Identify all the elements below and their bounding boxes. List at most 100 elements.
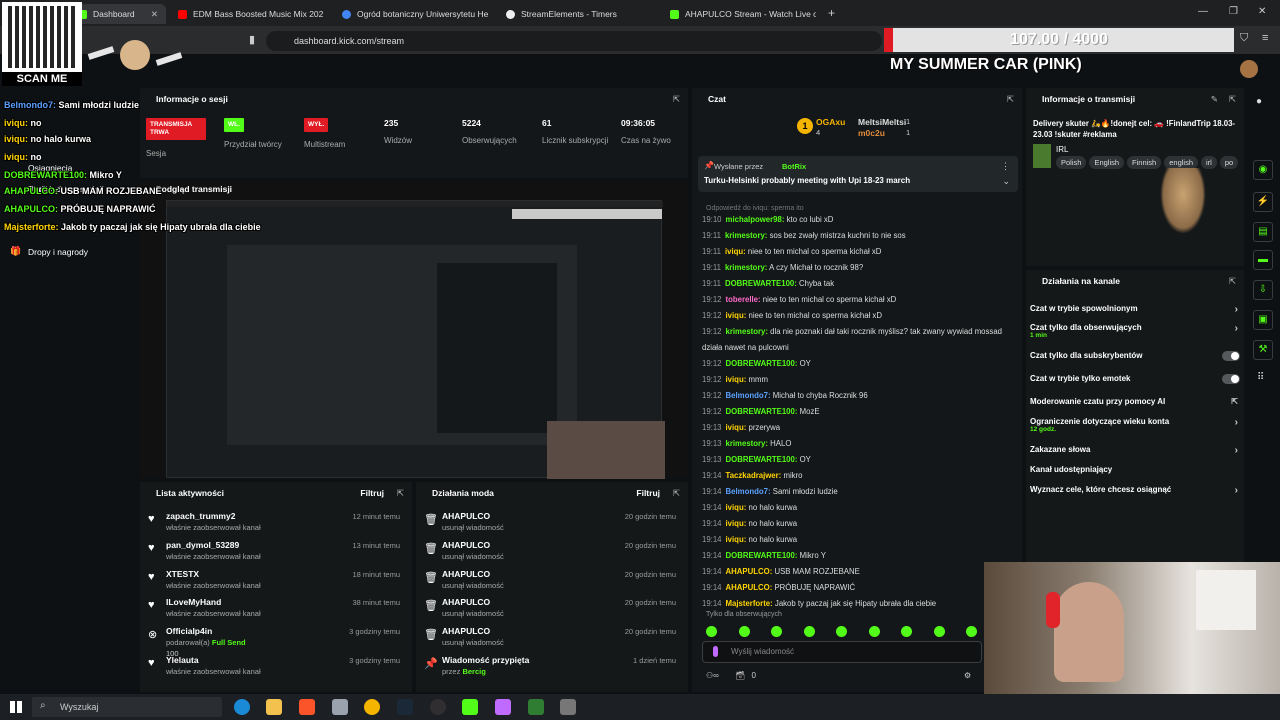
channel-action-row[interactable]: Moderowanie czatu przy pomocy AI ⇱: [1030, 397, 1240, 413]
external-link-icon[interactable]: ⇱: [1007, 88, 1014, 110]
list-item[interactable]: ♥ pan_dymol_53289 właśnie zaobserwował kan…: [140, 537, 408, 565]
chat-username[interactable]: iviqu:: [726, 535, 747, 544]
tag[interactable]: po: [1219, 156, 1239, 169]
emote-icon[interactable]: [901, 626, 912, 637]
list-item[interactable]: 🗑 AHAPULCO usunął wiadomość 20 godzin temu: [416, 594, 684, 622]
list-item[interactable]: ♥ zapach_trummy2 właśnie zaobserwował kana…: [140, 508, 408, 536]
list-item[interactable]: 🗑 AHAPULCO usunął wiadomość 20 godzin temu: [416, 623, 684, 651]
rail-icon-4[interactable]: ▬: [1253, 250, 1273, 270]
list-item[interactable]: 🗑 AHAPULCO usunął wiadomość 20 godzin temu: [416, 566, 684, 594]
tab-streamelements[interactable]: StreamElements - Timers: [502, 4, 652, 24]
avatar[interactable]: [1240, 60, 1258, 78]
chat-username[interactable]: AHAPULCO:: [726, 567, 773, 576]
new-tab-icon[interactable]: +: [828, 6, 835, 20]
chevron-down-icon[interactable]: ⌄: [1002, 176, 1010, 187]
list-item[interactable]: ♥ XTESTX właśnie zaobserwował kanał 18 minu…: [140, 566, 408, 594]
list-item[interactable]: ♥ ILoveMyHand właśnie zaobserwował kanał 38…: [140, 594, 408, 622]
chat-username[interactable]: krimestory:: [726, 327, 768, 336]
steam-icon[interactable]: [397, 699, 413, 715]
toggle-switch[interactable]: [1222, 374, 1240, 384]
chat-username[interactable]: iviqu:: [726, 503, 747, 512]
windows-start-icon[interactable]: [10, 701, 22, 713]
channel-action-row[interactable]: Zakazane słowa ›: [1030, 445, 1240, 461]
chat-input[interactable]: Wyślij wiadomość: [702, 641, 982, 663]
url-field[interactable]: dashboard.kick.com/stream: [266, 31, 882, 51]
rail-icon-2[interactable]: ⚡: [1253, 192, 1273, 212]
chat-username[interactable]: DOBREWARTE100:: [726, 359, 798, 368]
tag[interactable]: English: [1089, 156, 1125, 169]
channel-action-row[interactable]: Czat tylko dla subskrybentów: [1030, 351, 1240, 367]
external-link-icon[interactable]: ⇱: [1229, 88, 1236, 110]
more-icon[interactable]: ⋮: [1001, 161, 1010, 172]
nav-item-drops[interactable]: Dropy i nagrody: [28, 247, 88, 257]
gift-box-icon[interactable]: 🗃: [735, 671, 745, 680]
channel-action-row[interactable]: Czat w trybie tylko emotek: [1030, 374, 1240, 390]
rail-icon-7[interactable]: ⚒: [1253, 340, 1273, 360]
chat-username[interactable]: michalpower98:: [726, 215, 785, 224]
tag[interactable]: Polish: [1056, 156, 1087, 169]
play-icon[interactable]: [462, 699, 478, 715]
app-icon[interactable]: [332, 699, 348, 715]
tab-maps[interactable]: Ogród botaniczny Uniwersytetu Hels: [338, 4, 488, 24]
chat-username[interactable]: DOBREWARTE100:: [726, 551, 798, 560]
settings-icon[interactable]: [560, 699, 576, 715]
list-item[interactable]: 🗑 AHAPULCO usunął wiadomość 20 godzin temu: [416, 537, 684, 565]
brave-icon[interactable]: [299, 699, 315, 715]
toggle-switch[interactable]: [1222, 351, 1240, 361]
close-icon[interactable]: ✕: [151, 9, 158, 20]
chat-username[interactable]: Belmondo7:: [726, 487, 771, 496]
filter-button[interactable]: Filtruj: [360, 482, 384, 504]
obs-icon[interactable]: [430, 699, 446, 715]
list-item[interactable]: ⊗ Officialp4in podarował(a) Full Send 100 3 …: [140, 623, 408, 658]
gear-icon[interactable]: ⚙: [964, 671, 971, 680]
list-item[interactable]: 📌 Wiadomość przypięta przez Bercig 1 dzień …: [416, 652, 684, 680]
app-icon[interactable]: [495, 699, 511, 715]
chat-username[interactable]: DOBREWARTE100:: [726, 455, 798, 464]
emote-icon[interactable]: [868, 626, 880, 637]
list-item[interactable]: ♥ Ylelauta właśnie zaobserwował kanał 3 god…: [140, 652, 408, 680]
chat-username[interactable]: Belmondo7:: [726, 391, 771, 400]
minimize-icon[interactable]: —: [1198, 6, 1208, 17]
emote-icon[interactable]: [803, 626, 815, 637]
emote-icon[interactable]: [836, 626, 847, 637]
chat-username[interactable]: iviqu:: [726, 311, 747, 320]
bookmark-icon[interactable]: ▮: [249, 33, 255, 46]
rail-icon-5[interactable]: ⇩: [1253, 280, 1273, 300]
chat-username[interactable]: iviqu:: [725, 247, 746, 256]
chat-username[interactable]: Majsterforte:: [726, 599, 773, 608]
external-link-icon[interactable]: ⇱: [397, 482, 404, 504]
chat-username[interactable]: krimestory:: [725, 263, 767, 272]
channel-action-row[interactable]: Kanał udostępniający: [1030, 465, 1240, 481]
emote-icon[interactable]: [706, 626, 717, 637]
tab-dashboard[interactable]: Dashboard ✕: [68, 4, 166, 24]
chat-username[interactable]: iviqu:: [726, 519, 747, 528]
app-icon[interactable]: [528, 699, 544, 715]
external-link-icon[interactable]: ⇱: [673, 482, 680, 504]
external-link-icon[interactable]: ⇱: [1229, 270, 1236, 292]
external-link-icon[interactable]: ⇱: [673, 88, 680, 110]
rail-icon-1[interactable]: ◉: [1253, 160, 1273, 180]
edit-icon[interactable]: ✎: [1211, 88, 1218, 110]
emote-icon[interactable]: [933, 626, 945, 637]
rail-icon-3[interactable]: ▤: [1253, 222, 1273, 242]
menu-icon[interactable]: ≡: [1262, 32, 1268, 44]
filter-button[interactable]: Filtruj: [636, 482, 660, 504]
pinned-message[interactable]: 📌 Wysłane przez BotRix Turku-Helsinki pr…: [698, 156, 1018, 192]
emote-icon[interactable]: [966, 626, 977, 637]
emote-icon[interactable]: [771, 626, 782, 637]
chat-username[interactable]: iviqu:: [726, 375, 747, 384]
rail-icon-6[interactable]: ▣: [1253, 310, 1273, 330]
users-icon[interactable]: ⚇∞: [706, 671, 719, 680]
chat-username[interactable]: toberelle:: [726, 295, 761, 304]
channel-action-row[interactable]: Czat tylko dla obserwujących 1 min ›: [1030, 323, 1240, 339]
taskbar-search[interactable]: ⌕ Wyszukaj: [32, 697, 222, 717]
channel-action-row[interactable]: Ograniczenie dotyczące wieku konta 12 god…: [1030, 417, 1240, 433]
tab-youtube[interactable]: EDM Bass Boosted Music Mix 202: [174, 4, 324, 24]
chat-username[interactable]: AHAPULCO:: [726, 583, 773, 592]
channel-action-row[interactable]: Wyznacz cele, które chcesz osiągnąć ›: [1030, 485, 1240, 501]
chat-username[interactable]: DOBREWARTE100:: [725, 279, 797, 288]
maximize-icon[interactable]: ❐: [1229, 6, 1238, 17]
emote-icon[interactable]: [738, 626, 750, 637]
folder-icon[interactable]: [266, 699, 282, 715]
chat-username[interactable]: krimestory:: [726, 439, 768, 448]
